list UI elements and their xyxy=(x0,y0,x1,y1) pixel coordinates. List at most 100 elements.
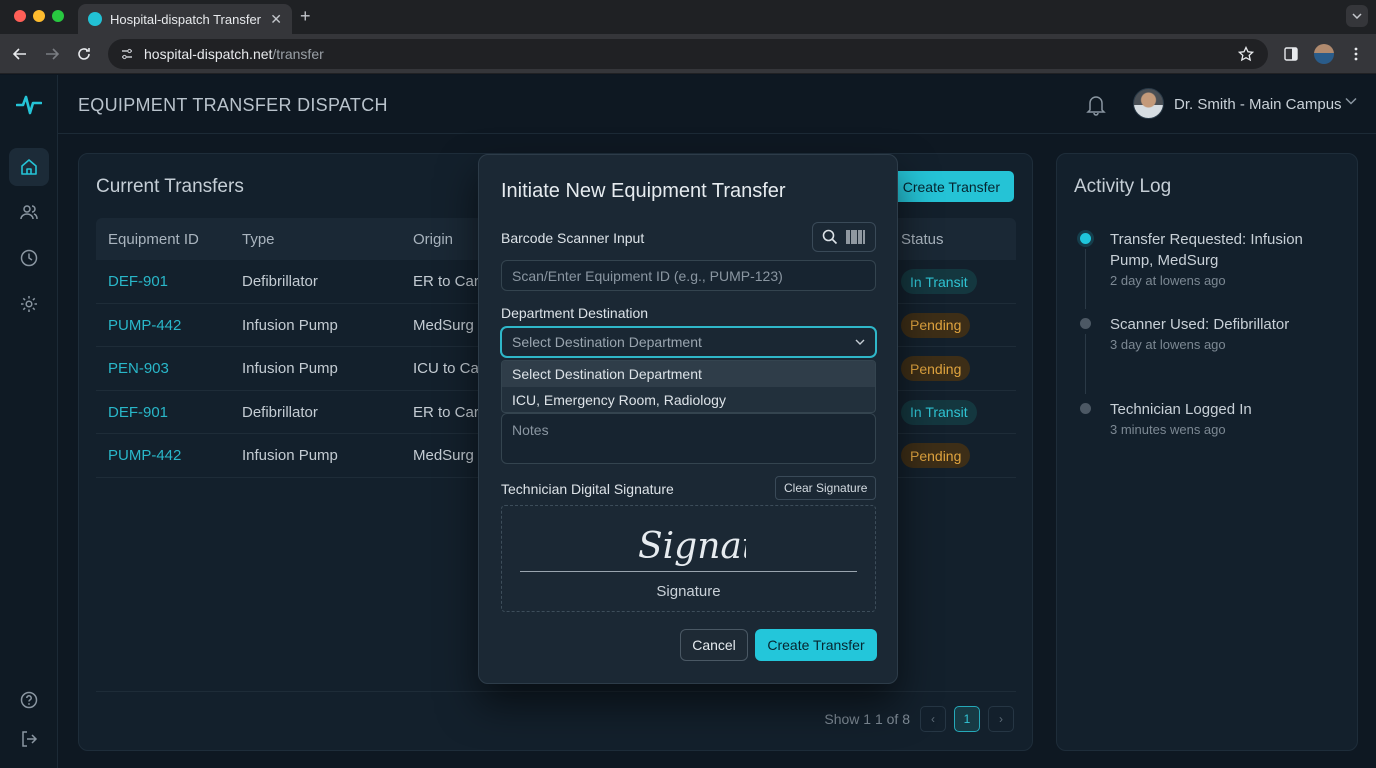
equipment-type: Infusion Pump xyxy=(242,447,338,464)
activity-panel: Activity Log Transfer Requested: Infusio… xyxy=(1056,153,1358,751)
equipment-id-input[interactable]: Scan/Enter Equipment ID (e.g., PUMP-123) xyxy=(501,260,876,291)
activity-item: Scanner Used: Defibrillator 3 day at low… xyxy=(1080,314,1310,399)
next-page-button[interactable]: › xyxy=(988,706,1014,732)
user-name[interactable]: Dr. Smith - Main Campus xyxy=(1174,96,1342,113)
minimize-window-button[interactable] xyxy=(33,10,45,22)
destination-select-value: Select Destination Department xyxy=(512,334,702,350)
transfer-origin: ER to Card xyxy=(413,403,488,421)
bookmark-button[interactable] xyxy=(1236,44,1256,64)
user-avatar[interactable] xyxy=(1133,88,1164,119)
equipment-id-link[interactable]: DEF-901 xyxy=(108,273,168,290)
activity-title-text: Transfer Requested: Infusion Pump, MedSu… xyxy=(1110,231,1303,269)
timeline-dot xyxy=(1080,318,1091,329)
equipment-id-link[interactable]: DEF-901 xyxy=(108,404,168,421)
star-icon xyxy=(1238,46,1254,62)
activity-item: Transfer Requested: Infusion Pump, MedSu… xyxy=(1080,229,1310,314)
column-header-equipment-id[interactable]: Equipment ID xyxy=(108,231,199,248)
submit-transfer-button[interactable]: Create Transfer xyxy=(755,629,877,661)
destination-label: Department Destination xyxy=(501,305,649,321)
barcode-scan-button[interactable] xyxy=(812,222,876,252)
activity-time: 2 day at lowens ago xyxy=(1110,273,1226,288)
status-badge: Pending xyxy=(901,443,971,468)
signature-drawing: Signature xyxy=(638,526,746,567)
scanner-label: Barcode Scanner Input xyxy=(501,230,645,246)
page-button-current[interactable]: 1 xyxy=(954,706,980,732)
tab-close-icon[interactable]: ✕ xyxy=(270,11,282,28)
url-domain: hospital-dispatch.net xyxy=(144,46,273,62)
destination-dropdown: Select Destination Department ICU, Emerg… xyxy=(501,360,876,413)
browser-tab[interactable]: Hospital-dispatch Transfer ✕ xyxy=(78,4,292,34)
equipment-id-link[interactable]: PUMP-442 xyxy=(108,447,181,464)
activity-time: 3 minutes wens ago xyxy=(1110,422,1226,437)
sidebar-item-help[interactable] xyxy=(9,681,49,719)
top-bar: EQUIPMENT TRANSFER DISPATCH Dr. Smith - … xyxy=(58,75,1376,134)
transfers-title: Current Transfers xyxy=(96,176,244,197)
sidebar-item-users[interactable] xyxy=(9,193,49,231)
side-panel-button[interactable] xyxy=(1281,44,1301,64)
tab-title: Hospital-dispatch Transfer xyxy=(110,11,262,27)
arrow-left-icon xyxy=(13,48,26,60)
column-header-origin[interactable]: Origin xyxy=(413,231,453,248)
close-window-button[interactable] xyxy=(14,10,26,22)
signature-line xyxy=(520,571,857,572)
timeline-dot xyxy=(1080,403,1091,414)
equipment-id-link[interactable]: PUMP-442 xyxy=(108,317,181,334)
new-tab-button[interactable]: + xyxy=(300,6,311,27)
activity-title-text: Scanner Used: Defibrillator xyxy=(1110,316,1290,333)
site-settings-icon xyxy=(122,48,132,60)
destination-select[interactable]: Select Destination Department xyxy=(501,327,876,357)
app-logo-icon xyxy=(16,95,42,115)
transfer-origin: MedSurg t xyxy=(413,316,483,334)
activity-title: Activity Log xyxy=(1074,176,1172,197)
barcode-icon xyxy=(846,230,865,244)
url-path: /transfer xyxy=(272,46,324,62)
activity-title-text: Technician Logged In xyxy=(1110,401,1252,418)
signature-pad[interactable]: Signature Signature xyxy=(501,505,876,612)
timeline-line xyxy=(1085,334,1086,394)
sidebar-item-settings[interactable] xyxy=(9,285,49,323)
signature-caption: Signature xyxy=(656,583,721,600)
transfer-origin: MedSurg t xyxy=(413,447,483,464)
sidebar-item-history[interactable] xyxy=(9,239,49,277)
pager-divider xyxy=(96,691,1016,692)
side-panel-icon xyxy=(1284,47,1298,61)
equipment-type: Defibrillator xyxy=(242,403,318,421)
column-header-type[interactable]: Type xyxy=(242,231,275,248)
users-icon xyxy=(20,205,38,220)
browser-menu-button[interactable] xyxy=(1346,44,1366,64)
column-header-status[interactable]: Status xyxy=(901,231,944,248)
transfer-origin: ICU to Car xyxy=(413,360,484,377)
status-badge: In Transit xyxy=(901,269,977,294)
back-button[interactable] xyxy=(10,44,30,64)
activity-item: Technician Logged In 3 minutes wens ago xyxy=(1080,399,1310,437)
bell-icon[interactable] xyxy=(1086,94,1106,116)
clock-icon xyxy=(20,249,38,267)
maximize-window-button[interactable] xyxy=(52,10,64,22)
profile-avatar xyxy=(1314,44,1334,64)
reload-button[interactable] xyxy=(74,44,94,64)
equipment-id-link[interactable]: PEN-903 xyxy=(108,360,169,377)
search-icon xyxy=(822,229,838,245)
equipment-type: Infusion Pump xyxy=(242,360,338,377)
activity-timeline: Transfer Requested: Infusion Pump, MedSu… xyxy=(1080,229,1310,437)
tab-menu-button[interactable] xyxy=(1346,5,1368,27)
address-bar[interactable]: hospital-dispatch.net/transfer xyxy=(108,39,1268,69)
forward-button[interactable] xyxy=(42,44,62,64)
profile-button[interactable] xyxy=(1314,44,1334,64)
chevron-down-icon xyxy=(1352,13,1362,19)
prev-page-button[interactable]: ‹ xyxy=(920,706,946,732)
chevron-down-icon[interactable] xyxy=(1345,97,1357,105)
logout-icon xyxy=(22,731,38,747)
modal-title: Initiate New Equipment Transfer xyxy=(501,180,786,202)
sidebar-item-logout[interactable] xyxy=(9,720,49,758)
dropdown-option[interactable]: ICU, Emergency Room, Radiology xyxy=(502,387,875,412)
sidebar-item-home[interactable] xyxy=(9,148,49,186)
dropdown-option[interactable]: Select Destination Department xyxy=(502,361,875,387)
clear-signature-button[interactable]: Clear Signature xyxy=(775,476,877,500)
create-transfer-button[interactable]: Create Transfer xyxy=(888,171,1014,202)
pagination: Show 1 1 of 8 ‹ 1 › xyxy=(824,706,1014,732)
notes-textarea[interactable]: Notes xyxy=(501,413,876,464)
cancel-button[interactable]: Cancel xyxy=(680,629,748,661)
home-icon xyxy=(21,159,37,175)
timeline-line xyxy=(1085,249,1086,309)
